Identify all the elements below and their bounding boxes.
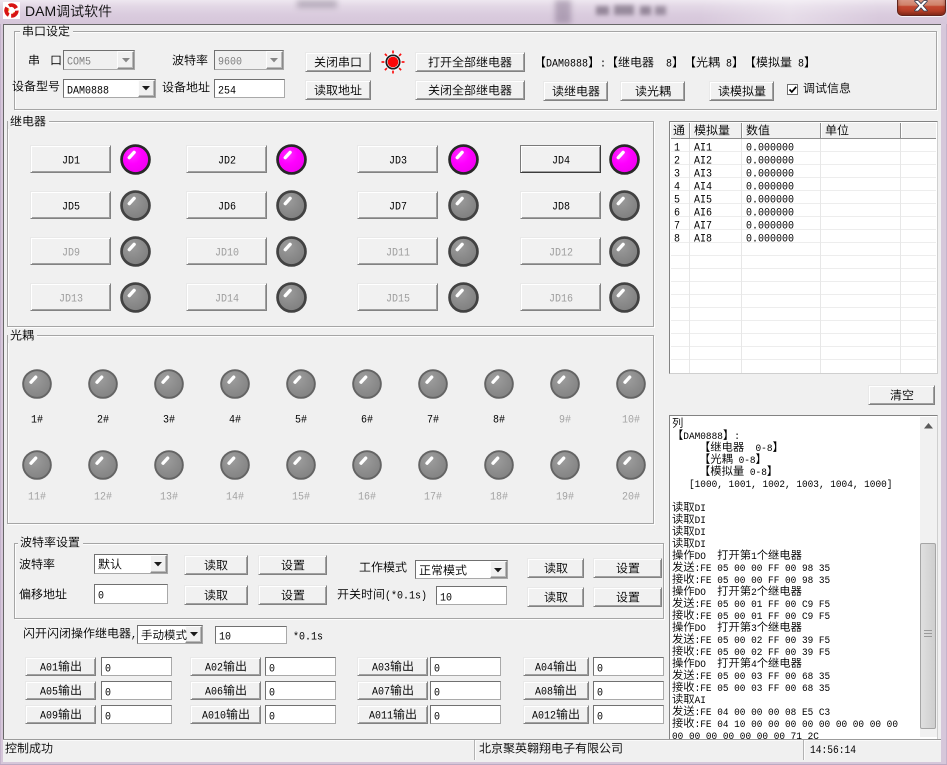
svg-text:[1000, 1001, 1002, 1003, 1004,: [1000, 1001, 1002, 1003, 1004, 1000]	[689, 479, 892, 491]
svg-text:0: 0	[105, 687, 111, 699]
svg-text:8: 8	[666, 59, 672, 71]
svg-text:0: 0	[105, 711, 111, 723]
svg-text:JD9: JD9	[62, 247, 80, 259]
svg-text:JD15: JD15	[386, 293, 410, 305]
svg-text:0: 0	[269, 687, 275, 699]
svg-text:0: 0	[434, 711, 440, 723]
svg-text:0: 0	[269, 663, 275, 675]
svg-text:0.000000: 0.000000	[746, 234, 794, 246]
svg-text:JD1: JD1	[62, 155, 80, 167]
svg-text:DAM: DAM	[25, 3, 56, 19]
svg-text:0: 0	[105, 663, 111, 675]
svg-text:A012: A012	[532, 711, 556, 723]
svg-text:A06: A06	[205, 687, 223, 699]
svg-text::FE 05 00 03 FF 00 68 35: :FE 05 00 03 FF 00 68 35	[695, 683, 831, 695]
svg-text:A09: A09	[40, 711, 58, 723]
svg-text:14#: 14#	[226, 492, 244, 504]
svg-text:JD5: JD5	[62, 201, 80, 213]
svg-text:JD11: JD11	[386, 247, 410, 259]
svg-text:0: 0	[597, 687, 603, 699]
svg-text::: :	[600, 59, 606, 71]
svg-text:A02: A02	[205, 663, 223, 675]
svg-text:15#: 15#	[292, 492, 310, 504]
svg-text:8: 8	[726, 59, 732, 71]
svg-text:COM5: COM5	[67, 57, 91, 69]
svg-text:10#: 10#	[622, 415, 640, 427]
svg-text:17#: 17#	[424, 492, 442, 504]
svg-text:6#: 6#	[361, 415, 373, 427]
svg-text:*0.1s: *0.1s	[293, 632, 323, 644]
svg-text:A08: A08	[535, 687, 553, 699]
svg-text:JD12: JD12	[549, 247, 573, 259]
svg-text:5#: 5#	[295, 415, 307, 427]
svg-text:JD2: JD2	[218, 155, 236, 167]
svg-text:4#: 4#	[229, 415, 241, 427]
svg-text:7#: 7#	[427, 415, 439, 427]
svg-text:AI8: AI8	[694, 234, 712, 246]
svg-text:JD13: JD13	[59, 293, 83, 305]
svg-text:11#: 11#	[28, 492, 46, 504]
svg-text:8: 8	[674, 234, 680, 246]
svg-text:DAM0888: DAM0888	[67, 85, 109, 97]
svg-text:9600: 9600	[218, 57, 242, 69]
svg-text:16#: 16#	[358, 492, 376, 504]
svg-text:254: 254	[218, 85, 236, 97]
svg-text:2#: 2#	[97, 415, 109, 427]
svg-text:12#: 12#	[94, 492, 112, 504]
svg-text:A011: A011	[369, 711, 393, 723]
svg-text:8: 8	[798, 59, 804, 71]
svg-text:8#: 8#	[493, 415, 505, 427]
svg-text:A01: A01	[40, 663, 58, 675]
svg-text:JD10: JD10	[215, 247, 239, 259]
svg-text:DAM0888: DAM0888	[546, 59, 588, 71]
svg-text:(*0.1s): (*0.1s)	[385, 591, 427, 603]
svg-text:0: 0	[597, 711, 603, 723]
svg-text:13#: 13#	[160, 492, 178, 504]
svg-text:18#: 18#	[490, 492, 508, 504]
svg-text:3#: 3#	[163, 415, 175, 427]
svg-text:9#: 9#	[559, 415, 571, 427]
svg-text:JD7: JD7	[389, 201, 407, 213]
svg-text:A03: A03	[372, 663, 390, 675]
svg-text:10: 10	[219, 632, 231, 644]
svg-text:0: 0	[434, 663, 440, 675]
svg-text:JD6: JD6	[218, 201, 236, 213]
svg-text:JD14: JD14	[215, 293, 239, 305]
svg-text:JD3: JD3	[389, 155, 407, 167]
svg-text:A010: A010	[202, 711, 226, 723]
svg-text:10: 10	[440, 592, 452, 604]
svg-text:14:56:14: 14:56:14	[810, 745, 856, 757]
svg-text:JD4: JD4	[552, 155, 570, 167]
svg-text:0: 0	[98, 591, 104, 603]
svg-text:19#: 19#	[556, 492, 574, 504]
svg-text:A04: A04	[535, 663, 553, 675]
svg-text:A05: A05	[40, 687, 58, 699]
svg-text:0: 0	[269, 711, 275, 723]
svg-text:1#: 1#	[31, 415, 43, 427]
svg-text:JD16: JD16	[549, 293, 573, 305]
svg-text:A07: A07	[372, 687, 390, 699]
svg-text:20#: 20#	[622, 492, 640, 504]
svg-text:JD8: JD8	[552, 201, 570, 213]
svg-text:0: 0	[434, 687, 440, 699]
svg-text:0: 0	[597, 663, 603, 675]
